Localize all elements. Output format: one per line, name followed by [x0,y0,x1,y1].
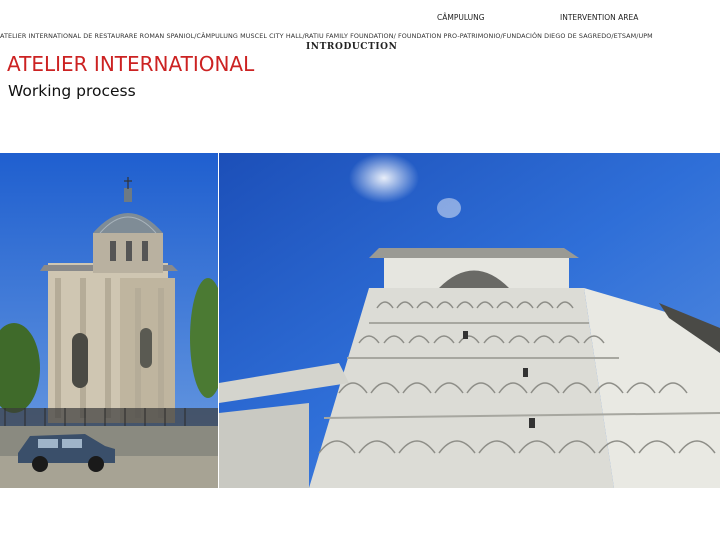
section-label: INTRODUCTION [306,42,398,52]
page-title: ATELIER INTERNATIONAL [7,52,255,76]
credits-line: ATELIER INTERNATIONAL DE RESTAURARE ROMA… [0,32,653,40]
church-photo-illustration [0,153,218,488]
tower-photo [219,153,720,488]
church-photo [0,153,218,488]
nav-intervention-area[interactable]: INTERVENTION AREA [560,13,638,22]
tower-photo-illustration [219,153,720,488]
nav-campulung[interactable]: CÂMPULUNG [437,13,485,22]
page-subtitle: Working process [8,82,136,100]
